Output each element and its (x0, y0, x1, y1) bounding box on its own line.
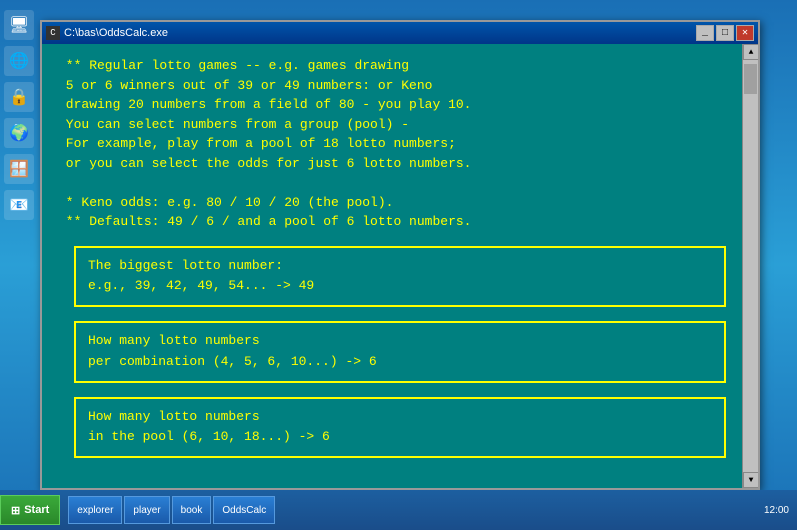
taskbar-items: explorer player book OddsCalc (64, 490, 756, 530)
desktop: 🖥 🌐 🔒 🌍 🪟 📧 C C:\bas\OddsCalc.exe _ □ ✕ … (0, 0, 797, 530)
sidebar-icon-security[interactable]: 🔒 (4, 82, 34, 112)
taskbar-item-explorer[interactable]: explorer (68, 496, 122, 524)
console-area: ** Regular lotto games -- e.g. games dra… (42, 44, 758, 488)
input-box-combination-count[interactable]: How many lotto numbers per combination (… (74, 321, 726, 383)
taskbar: ⊞ Start explorer player book OddsCalc 12… (0, 490, 797, 530)
input-box-biggest-number[interactable]: The biggest lotto number: e.g., 39, 42, … (74, 246, 726, 308)
title-bar: C C:\bas\OddsCalc.exe _ □ ✕ (42, 22, 758, 44)
taskbar-item-book[interactable]: book (172, 496, 212, 524)
input-box-2-text: How many lotto numbers per combination (… (88, 331, 712, 373)
maximize-button[interactable]: □ (716, 25, 734, 41)
input-box-pool-count[interactable]: How many lotto numbers in the pool (6, 1… (74, 397, 726, 459)
start-button[interactable]: ⊞ Start (0, 495, 60, 525)
scrollbar-down-button[interactable]: ▼ (743, 472, 758, 488)
start-label: Start (24, 504, 49, 516)
main-window: C C:\bas\OddsCalc.exe _ □ ✕ ** Regular l… (40, 20, 760, 490)
title-bar-buttons: _ □ ✕ (696, 25, 754, 41)
scrollbar-up-button[interactable]: ▲ (743, 44, 758, 60)
window-title: C:\bas\OddsCalc.exe (64, 27, 168, 39)
window-icon: C (46, 26, 60, 40)
minimize-button[interactable]: _ (696, 25, 714, 41)
console-text-block: ** Regular lotto games -- e.g. games dra… (58, 56, 742, 232)
sidebar-icon-mail[interactable]: 📧 (4, 190, 34, 220)
sidebar-icon-windows[interactable]: 🪟 (4, 154, 34, 184)
close-button[interactable]: ✕ (736, 25, 754, 41)
scrollbar-thumb[interactable] (744, 64, 757, 94)
title-bar-left: C C:\bas\OddsCalc.exe (46, 26, 168, 40)
input-box-3-text: How many lotto numbers in the pool (6, 1… (88, 407, 712, 449)
scrollbar[interactable]: ▲ ▼ (742, 44, 758, 488)
sidebar: 🖥 🌐 🔒 🌍 🪟 📧 (0, 0, 38, 490)
sidebar-icon-network[interactable]: 🌐 (4, 46, 34, 76)
taskbar-item-player[interactable]: player (124, 496, 169, 524)
taskbar-item-oddscalc[interactable]: OddsCalc (213, 496, 275, 524)
sidebar-icon-internet[interactable]: 🌍 (4, 118, 34, 148)
input-box-1-text: The biggest lotto number: e.g., 39, 42, … (88, 256, 712, 298)
windows-logo-icon: ⊞ (11, 504, 20, 517)
sidebar-icon-computer[interactable]: 🖥 (4, 10, 34, 40)
clock: 12:00 (764, 505, 789, 516)
system-tray: 12:00 (756, 505, 797, 516)
